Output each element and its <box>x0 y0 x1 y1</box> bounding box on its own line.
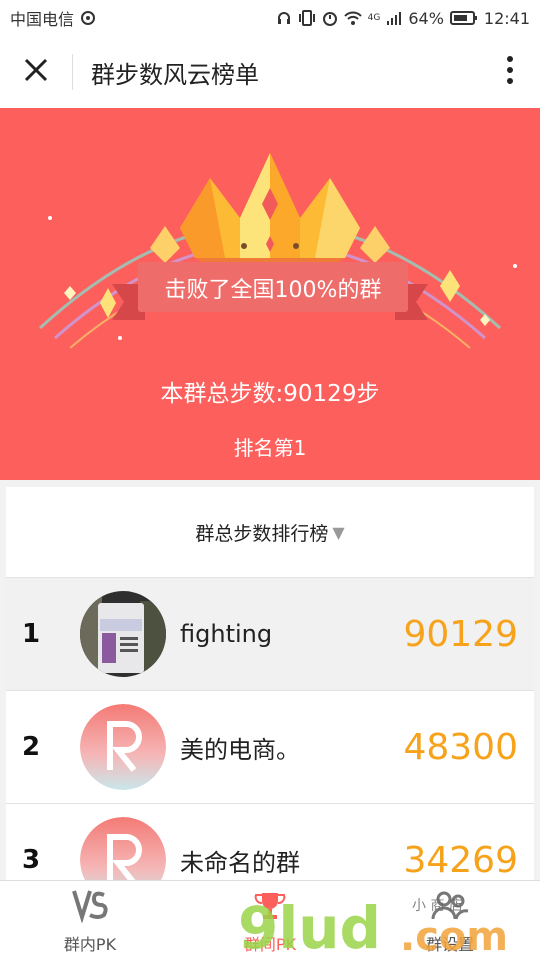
group-steps: 34269 <box>403 839 518 881</box>
trophy-icon <box>252 887 288 927</box>
tab-group-settings[interactable]: 群设置 <box>360 881 540 960</box>
dropdown-arrow-icon: ▼ <box>332 522 345 542</box>
bottom-tab-bar: 群内PK 群间PK 群设置 <box>0 880 540 960</box>
group-name: 美的电商。 <box>180 735 300 764</box>
r-logo-avatar <box>80 817 166 880</box>
battery-percent: 64% <box>408 8 444 28</box>
tab-label: 群间PK <box>243 934 297 954</box>
signal-icon <box>386 10 402 26</box>
leaderboard-row[interactable]: 1 fighting 90129 <box>6 577 534 690</box>
more-button[interactable] <box>480 36 540 108</box>
leaderboard-title: 群总步数排行榜 <box>195 522 329 545</box>
leaderboard: 群总步数排行榜 ▼ 1 fighting 90129 2 美的电商。 48300… <box>6 487 534 880</box>
group-total-steps: 本群总步数:90129步 <box>160 381 380 407</box>
row-rank: 3 <box>22 845 41 875</box>
row-rank: 2 <box>22 732 41 762</box>
alarm-icon <box>322 10 338 26</box>
r-logo-avatar <box>80 704 166 790</box>
group-name: fighting <box>180 620 273 648</box>
battery-icon <box>449 10 478 26</box>
top-bar: 群步数风云榜单 <box>0 36 540 108</box>
more-vertical-icon <box>506 55 514 89</box>
carrier-label: 中国电信 <box>10 10 75 29</box>
close-button[interactable] <box>0 36 72 108</box>
tab-label: 群设置 <box>425 934 474 954</box>
tab-inter-group-pk[interactable]: 群间PK <box>180 881 360 960</box>
leaderboard-row[interactable]: 3 未命名的群 34269 <box>6 803 534 880</box>
network-type-label: 4G <box>367 13 381 23</box>
vs-icon <box>70 887 110 927</box>
group-steps: 90129 <box>403 613 518 655</box>
group-steps: 48300 <box>403 726 518 768</box>
leaderboard-header[interactable]: 群总步数排行榜 ▼ <box>6 487 534 577</box>
avatar <box>80 591 166 677</box>
tab-in-group-pk[interactable]: 群内PK <box>0 881 180 960</box>
clock-time: 12:41 <box>483 8 530 28</box>
group-settings-icon <box>430 887 470 927</box>
sync-icon <box>80 10 96 26</box>
group-rank: 排名第1 <box>233 436 307 460</box>
ribbon-text: 击败了全国100%的群 <box>164 278 382 303</box>
close-icon <box>23 57 49 87</box>
status-bar: 中国电信 4G 64% 12:41 <box>0 0 540 36</box>
page-title: 群步数风云榜单 <box>91 60 259 89</box>
tab-label: 群内PK <box>63 934 117 954</box>
vibrate-icon <box>298 10 316 26</box>
headphone-icon <box>276 10 292 26</box>
hero-banner: 击败了全国100%的群 本群总步数:90129步 排名第1 <box>0 108 540 480</box>
group-name: 未命名的群 <box>180 848 300 877</box>
wifi-icon <box>343 10 362 26</box>
row-rank: 1 <box>22 619 41 649</box>
leaderboard-row[interactable]: 2 美的电商。 48300 <box>6 690 534 803</box>
